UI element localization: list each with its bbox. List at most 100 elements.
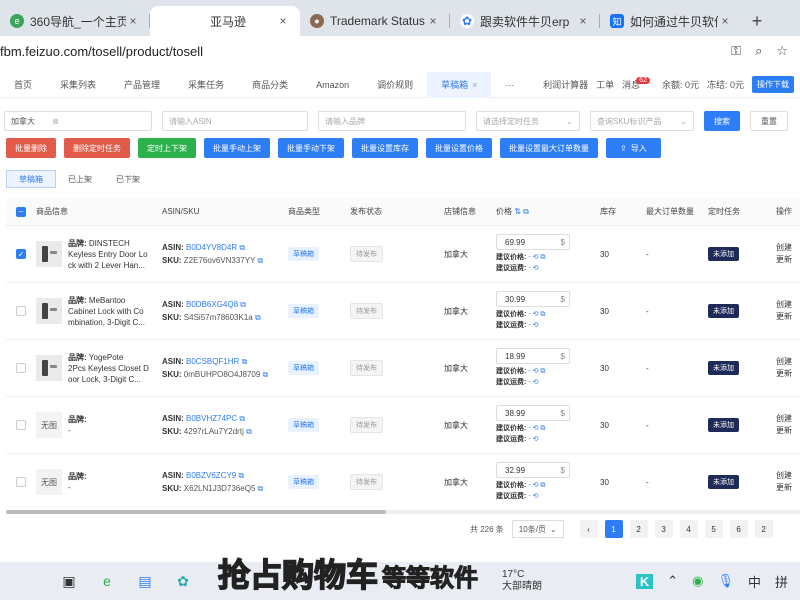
asin-link[interactable]: B0D4YV8D4R <box>186 243 237 252</box>
select-all-checkbox[interactable]: – <box>16 206 26 217</box>
nav-tab-price-rules[interactable]: 调价规则 <box>363 72 427 98</box>
page-4[interactable]: 4 <box>679 520 698 538</box>
brand-input[interactable]: 请输入品牌 <box>318 111 466 131</box>
asin-link[interactable]: B0CSBQF1HR <box>186 357 239 366</box>
tab-drafts[interactable]: 草稿箱 <box>6 170 56 188</box>
page-3[interactable]: 3 <box>654 520 673 538</box>
app-icon[interactable]: ▣ <box>60 572 78 590</box>
row-checkbox[interactable] <box>16 477 26 487</box>
refresh-icon[interactable]: - ⟲ <box>528 493 538 500</box>
page-6[interactable]: 6 <box>729 520 748 538</box>
copy-icon[interactable]: ⧉ <box>258 256 264 265</box>
copy-icon[interactable]: ⧉ <box>258 484 264 493</box>
timer-tag[interactable]: 未添加 <box>708 475 739 489</box>
refresh-icon[interactable]: - ⟲ ⧉ <box>528 368 545 375</box>
price-input[interactable]: 18.99 $ <box>496 348 570 364</box>
row-checkbox[interactable] <box>16 363 26 373</box>
timer-tag[interactable]: 未添加 <box>708 247 739 261</box>
key-icon[interactable]: ⚿ <box>731 43 741 59</box>
tab-delisted[interactable]: 已下架 <box>104 170 152 188</box>
timer-task-select[interactable]: 请选择定时任务 ⌄ <box>476 111 580 131</box>
horizontal-scrollbar[interactable] <box>6 510 800 514</box>
k-app-icon[interactable]: K <box>635 573 654 589</box>
nav-tab-collect-list[interactable]: 采集列表 <box>46 72 110 98</box>
country-select[interactable]: 加拿大 ⊗ <box>4 111 152 131</box>
copy-icon[interactable]: ⧉ <box>239 243 245 252</box>
browser-e-icon[interactable]: e <box>98 572 116 590</box>
close-icon[interactable]: × <box>718 14 732 28</box>
refresh-icon[interactable]: - ⟲ ⧉ <box>528 482 545 489</box>
refresh-icon[interactable]: - ⟲ ⧉ <box>528 425 545 432</box>
timer-tag[interactable]: 未添加 <box>708 418 739 432</box>
asin-input[interactable]: 请输入ASIN <box>162 111 308 131</box>
url-field[interactable]: fbm.feizuo.com/tosell/product/tosell <box>0 44 731 59</box>
prev-page-button[interactable]: ‹ <box>579 520 598 538</box>
close-icon[interactable]: × <box>276 14 290 28</box>
scrollbar-thumb[interactable] <box>6 510 386 514</box>
page-2[interactable]: 2 <box>629 520 648 538</box>
clear-icon[interactable]: ⊗ <box>52 117 59 126</box>
close-icon[interactable]: × <box>472 80 477 90</box>
batch-delete-button[interactable]: 批量删除 <box>6 138 56 158</box>
refresh-icon[interactable]: - ⟲ <box>528 322 538 329</box>
price-input[interactable]: 69.99 $ <box>496 234 570 250</box>
360-tray-icon[interactable]: ◉ <box>692 573 703 589</box>
message-link[interactable]: 消息62 <box>622 77 654 91</box>
sync-icon[interactable]: ✿ <box>174 572 192 590</box>
manual-up-button[interactable]: 批量手动上架 <box>204 138 270 158</box>
browser-tab-niubei[interactable]: ✿ 跟卖软件牛贝erp × <box>450 6 600 36</box>
page-last[interactable]: 2 <box>754 520 773 538</box>
copy-icon[interactable]: ⧉ <box>255 313 261 322</box>
delete-timer-button[interactable]: 删除定时任务 <box>64 138 130 158</box>
refresh-icon[interactable]: - ⟲ <box>528 436 538 443</box>
sort-icon[interactable]: ⇅ ⧉ <box>514 207 529 216</box>
close-icon[interactable]: × <box>576 14 590 28</box>
page-size-select[interactable]: 10条/页 ⌄ <box>511 520 564 538</box>
page-1[interactable]: 1 <box>604 520 623 538</box>
reset-button[interactable]: 重置 <box>750 111 788 131</box>
timer-tag[interactable]: 未添加 <box>708 361 739 375</box>
zoom-icon[interactable]: ⌕ <box>755 43 762 59</box>
manual-down-button[interactable]: 批量手动下架 <box>278 138 344 158</box>
ime-language[interactable]: 中 <box>748 572 761 591</box>
nav-tab-more[interactable]: ··· <box>491 72 528 98</box>
refresh-icon[interactable]: - ⟲ <box>528 379 538 386</box>
set-max-order-button[interactable]: 批量设置最大订单数量 <box>500 138 598 158</box>
refresh-icon[interactable]: - ⟲ ⧉ <box>528 311 545 318</box>
bookmark-star-icon[interactable]: ☆ <box>776 43 788 59</box>
nav-tab-amazon[interactable]: Amazon <box>302 72 363 98</box>
asin-link[interactable]: B0BZV6ZCY9 <box>186 471 236 480</box>
ticket-link[interactable]: 工单 <box>596 78 614 91</box>
row-checkbox[interactable] <box>16 306 26 316</box>
copy-icon[interactable]: ⧉ <box>263 370 269 379</box>
tab-listed[interactable]: 已上架 <box>56 170 104 188</box>
row-checkbox[interactable] <box>16 420 26 430</box>
copy-icon[interactable]: ⧉ <box>239 471 245 480</box>
product-image[interactable] <box>36 241 62 267</box>
chevron-up-icon[interactable]: ⌃ <box>667 573 678 589</box>
product-image[interactable] <box>36 298 62 324</box>
set-stock-button[interactable]: 批量设置库存 <box>352 138 418 158</box>
timer-updown-button[interactable]: 定时上下架 <box>138 138 196 158</box>
timer-tag[interactable]: 未添加 <box>708 304 739 318</box>
copy-icon[interactable]: ⧉ <box>246 427 252 436</box>
set-price-button[interactable]: 批量设置价格 <box>426 138 492 158</box>
nav-tab-categories[interactable]: 商品分类 <box>238 72 302 98</box>
browser-tab-zhihu[interactable]: 知 如何通过牛贝软件 × <box>600 6 742 36</box>
nav-tab-drafts[interactable]: 草稿箱 × <box>427 71 492 98</box>
weather-widget[interactable]: 17°C 大部晴朗 <box>502 569 542 593</box>
microphone-icon[interactable]: 🎙 <box>717 573 734 589</box>
sku-filter-select[interactable]: 查询SKU标识产品 ⌄ <box>590 111 694 131</box>
product-image[interactable] <box>36 355 62 381</box>
copy-icon[interactable]: ⧉ <box>239 414 245 423</box>
close-icon[interactable]: × <box>126 14 140 28</box>
browser-tab-trademark[interactable]: ● Trademark Status × <box>300 6 450 36</box>
page-5[interactable]: 5 <box>704 520 723 538</box>
profit-calculator-link[interactable]: 利润计算器 <box>543 78 588 91</box>
nav-tab-home[interactable]: 首页 <box>0 72 46 98</box>
row-checkbox[interactable]: ✓ <box>16 249 26 259</box>
asin-link[interactable]: B0BVHZ74PC <box>186 414 237 423</box>
asin-link[interactable]: B0DB6XG4Q8 <box>186 300 238 309</box>
browser-tab-amazon[interactable]: 亚马逊 × <box>150 6 300 36</box>
price-input[interactable]: 32.99 $ <box>496 462 570 478</box>
